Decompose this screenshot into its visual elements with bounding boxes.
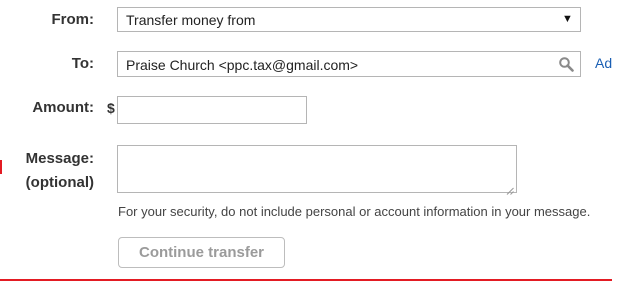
continue-transfer-button[interactable]: Continue transfer bbox=[118, 237, 285, 268]
section-divider bbox=[0, 279, 612, 281]
error-indicator bbox=[0, 160, 2, 174]
chevron-down-icon: ▼ bbox=[562, 13, 573, 25]
from-label: From: bbox=[51, 11, 95, 28]
from-select-value: Transfer money from bbox=[126, 12, 256, 28]
search-icon[interactable] bbox=[558, 56, 574, 72]
message-optional-label: (optional) bbox=[25, 174, 94, 191]
to-input-value: Praise Church <ppc.tax@gmail.com> bbox=[126, 57, 359, 73]
to-label: To: bbox=[71, 55, 94, 72]
message-label: Message: bbox=[25, 150, 94, 167]
from-select[interactable]: Transfer money from ▼ bbox=[117, 7, 581, 32]
currency-symbol: $ bbox=[107, 100, 115, 116]
message-textarea[interactable] bbox=[117, 145, 517, 195]
amount-label: Amount: bbox=[32, 99, 94, 116]
resize-grip-icon[interactable] bbox=[506, 182, 514, 195]
add-recipient-link[interactable]: Ad bbox=[595, 55, 612, 71]
amount-input[interactable] bbox=[117, 96, 307, 124]
security-note: For your security, do not include person… bbox=[118, 204, 591, 219]
to-input[interactable]: Praise Church <ppc.tax@gmail.com> bbox=[117, 51, 581, 77]
